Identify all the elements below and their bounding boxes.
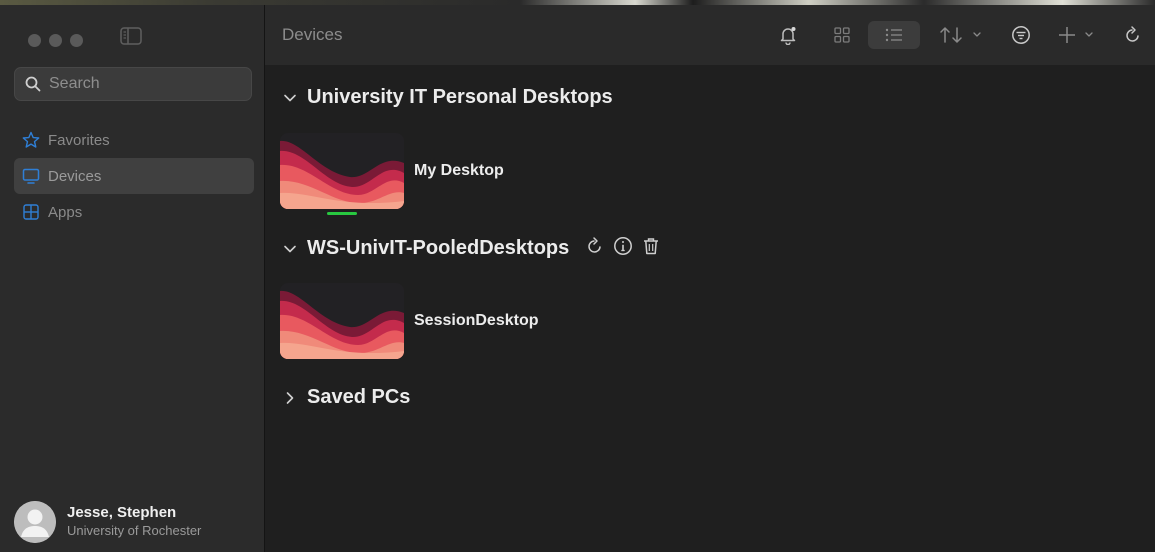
section-header[interactable]: University IT Personal Desktops — [283, 86, 613, 109]
sidebar-item-label: Apps — [48, 203, 83, 221]
zoom-window-button[interactable] — [70, 34, 83, 47]
star-icon — [22, 131, 40, 149]
sidebar-item-devices[interactable]: Devices — [14, 158, 254, 194]
filter-icon[interactable] — [1009, 21, 1033, 49]
main-content: Devices University IT Personal Desktops … — [265, 5, 1155, 552]
sidebar-nav: Favorites Devices Apps — [14, 122, 254, 230]
section-title: Saved PCs — [307, 386, 411, 408]
add-icon[interactable] — [1059, 21, 1099, 49]
section-title: University IT Personal Desktops — [307, 86, 613, 108]
section-header[interactable]: Saved PCs — [283, 386, 410, 409]
search-box[interactable] — [14, 67, 252, 101]
app-window: Favorites Devices Apps Jesse, Stephen — [0, 0, 1155, 552]
grid-view-icon[interactable] — [829, 21, 855, 49]
sidebar-item-apps[interactable]: Apps — [14, 194, 254, 230]
close-window-button[interactable] — [28, 34, 41, 47]
user-name: Jesse, Stephen — [67, 504, 177, 521]
sidebar-item-favorites[interactable]: Favorites — [14, 122, 254, 158]
window-controls — [28, 34, 83, 47]
device-card-my-desktop[interactable]: My Desktop — [280, 133, 504, 209]
sidebar-toggle-icon[interactable] — [120, 27, 142, 45]
refresh-icon[interactable] — [1121, 21, 1145, 49]
sort-icon[interactable] — [939, 21, 987, 49]
search-input[interactable] — [47, 74, 241, 94]
connected-indicator — [327, 212, 357, 215]
avatar — [14, 501, 56, 543]
chevron-down-icon — [283, 242, 297, 256]
list-view-icon[interactable] — [868, 21, 920, 49]
desktop-thumbnail — [280, 133, 404, 209]
apps-grid-icon — [22, 203, 40, 221]
page-title: Devices — [282, 25, 343, 44]
section-header[interactable]: WS-UnivIT-PooledDesktops — [283, 236, 661, 261]
search-icon — [25, 76, 41, 92]
desktop-thumbnail — [280, 283, 404, 359]
chevron-down-icon — [283, 91, 297, 105]
info-icon[interactable] — [613, 236, 633, 261]
sidebar-item-label: Favorites — [48, 131, 110, 149]
device-name: SessionDesktop — [414, 312, 539, 329]
user-profile[interactable]: Jesse, Stephen University of Rochester — [14, 501, 201, 543]
bell-icon[interactable] — [775, 21, 801, 49]
toolbar: Devices — [265, 5, 1155, 65]
user-organization: University of Rochester — [67, 523, 202, 538]
minimize-window-button[interactable] — [49, 34, 62, 47]
device-card-session-desktop[interactable]: SessionDesktop — [280, 283, 538, 359]
section-actions — [585, 236, 661, 261]
sidebar: Favorites Devices Apps Jesse, Stephen — [0, 5, 265, 552]
trash-icon[interactable] — [641, 236, 661, 261]
device-name: My Desktop — [414, 162, 504, 179]
refresh-icon[interactable] — [585, 236, 605, 261]
chevron-right-icon — [283, 391, 297, 405]
monitor-icon — [22, 167, 40, 185]
sidebar-item-label: Devices — [48, 167, 102, 185]
section-title: WS-UnivIT-PooledDesktops — [307, 237, 570, 259]
